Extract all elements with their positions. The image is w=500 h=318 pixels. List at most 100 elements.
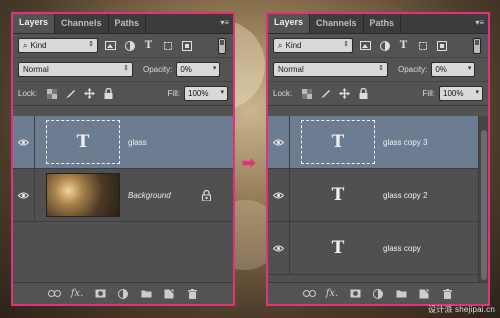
layer-style-fx-icon[interactable]: fx. (325, 287, 339, 301)
lock-move-icon[interactable] (83, 87, 96, 100)
visibility-eye-icon[interactable] (268, 222, 290, 274)
new-group-folder-icon[interactable] (139, 287, 153, 301)
trash-icon[interactable] (185, 287, 199, 301)
filter-toggle-switch[interactable] (218, 38, 226, 54)
tab-channels[interactable]: Channels (55, 14, 109, 33)
lock-all-icon[interactable] (357, 87, 370, 100)
filter-adjustment-icon[interactable] (378, 39, 391, 52)
layers-scrollbar[interactable] (478, 116, 488, 282)
opacity-field[interactable]: 0% ▾ (176, 62, 221, 77)
panel-tabs: Layers Channels Paths ▾≡ (13, 14, 233, 34)
layers-list: T glass Background (13, 116, 233, 282)
filter-kind-select[interactable]: ⌕ Kind ⇕ (273, 38, 353, 53)
chevron-updown-icon: ⇕ (123, 65, 129, 72)
layer-name[interactable]: Background (128, 191, 171, 200)
blend-row: Normal ⇕ Opacity: 0% ▾ (13, 58, 233, 82)
layer-row[interactable]: T glass copy 3 (268, 116, 478, 169)
opacity-label: Opacity: (398, 65, 428, 74)
panel-menu-icon[interactable]: ▾≡ (475, 18, 484, 27)
new-layer-icon[interactable] (162, 287, 176, 301)
layer-style-fx-icon[interactable]: fx. (70, 287, 84, 301)
filter-kind-label: Kind (30, 41, 47, 50)
fill-label: Fill: (167, 89, 180, 98)
watermark: 设计派 shejipai.cn (427, 305, 495, 314)
background-layer-thumbnail (46, 173, 120, 217)
scrollbar-thumb[interactable] (481, 130, 487, 280)
text-layer-thumbnail: T (46, 120, 120, 164)
link-layers-icon[interactable] (302, 287, 316, 301)
add-mask-icon[interactable] (348, 287, 362, 301)
lock-row: Lock: Fill: 100% ▾ (268, 82, 488, 106)
filter-smart-object-icon[interactable] (435, 39, 448, 52)
link-layers-icon[interactable] (47, 287, 61, 301)
lock-brush-icon[interactable] (64, 87, 77, 100)
search-icon: ⌕ (23, 40, 28, 50)
new-group-folder-icon[interactable] (394, 287, 408, 301)
filter-row: ⌕ Kind ⇕ T (13, 34, 233, 58)
filter-kind-label: Kind (285, 41, 302, 50)
filter-type-icon[interactable]: T (397, 39, 410, 52)
filter-kind-select[interactable]: ⌕ Kind ⇕ (18, 38, 98, 53)
new-adjustment-icon[interactable] (371, 287, 385, 301)
filter-pixel-icon[interactable] (359, 39, 372, 52)
add-mask-icon[interactable] (93, 287, 107, 301)
panel-menu-icon[interactable]: ▾≡ (220, 18, 229, 27)
tab-layers[interactable]: Layers (13, 14, 56, 33)
visibility-eye-icon[interactable] (13, 169, 35, 221)
filter-adjustment-icon[interactable] (123, 39, 136, 52)
search-icon: ⌕ (278, 40, 283, 50)
filter-row: ⌕ Kind ⇕ T (268, 34, 488, 58)
layer-row[interactable]: Background (13, 169, 233, 222)
filter-toggle-switch[interactable] (473, 38, 481, 54)
layer-name[interactable]: glass (128, 138, 147, 147)
arrow-right-icon: ➡ (242, 155, 256, 172)
blend-mode-select[interactable]: Normal ⇕ (18, 62, 133, 77)
new-layer-icon[interactable] (417, 287, 431, 301)
layers-list: T glass copy 3 T glass copy 2 T glass co… (268, 116, 478, 282)
tab-paths[interactable]: Paths (109, 14, 147, 33)
layer-row[interactable]: T glass (13, 116, 233, 169)
layer-name[interactable]: glass copy 3 (383, 138, 427, 147)
visibility-eye-icon[interactable] (268, 169, 290, 221)
trash-icon[interactable] (440, 287, 454, 301)
new-adjustment-icon[interactable] (116, 287, 130, 301)
layer-row[interactable]: T glass copy 2 (268, 169, 478, 222)
layer-row[interactable]: T glass copy (268, 222, 478, 275)
panel-bottom-toolbar: fx. (268, 282, 488, 304)
fill-field[interactable]: 100% ▾ (184, 86, 228, 101)
layer-name[interactable]: glass copy 2 (383, 191, 427, 200)
lock-label: Lock: (18, 89, 38, 98)
blend-row: Normal ⇕ Opacity: 0% ▾ (268, 58, 488, 82)
visibility-eye-icon[interactable] (13, 116, 35, 168)
tab-paths[interactable]: Paths (364, 14, 402, 33)
lock-icon[interactable] (202, 188, 211, 206)
filter-type-icon[interactable]: T (142, 39, 155, 52)
chevron-updown-icon: ⇕ (88, 41, 94, 48)
opacity-field[interactable]: 0% ▾ (431, 62, 476, 77)
layers-panel-after: Layers Channels Paths ▾≡ ⌕ Kind ⇕ T Norm… (266, 12, 490, 306)
lock-transparent-icon[interactable] (45, 87, 58, 100)
visibility-eye-icon[interactable] (268, 116, 290, 168)
layer-name[interactable]: glass copy (383, 244, 421, 253)
filter-shape-icon[interactable] (416, 39, 429, 52)
filter-pixel-icon[interactable] (104, 39, 117, 52)
text-layer-thumbnail: T (331, 238, 345, 258)
lock-brush-icon[interactable] (319, 87, 332, 100)
filter-smart-object-icon[interactable] (180, 39, 193, 52)
tab-channels[interactable]: Channels (310, 14, 364, 33)
lock-transparent-icon[interactable] (300, 87, 313, 100)
opacity-label: Opacity: (143, 65, 173, 74)
lock-row: Lock: Fill: 100% ▾ (13, 82, 233, 106)
chevron-down-icon: ▾ (467, 65, 472, 72)
chevron-down-icon: ▾ (220, 89, 224, 96)
blend-mode-select[interactable]: Normal ⇕ (273, 62, 388, 77)
text-layer-thumbnail: T (301, 120, 375, 164)
lock-move-icon[interactable] (338, 87, 351, 100)
lock-all-icon[interactable] (102, 87, 115, 100)
lock-label: Lock: (273, 89, 293, 98)
tab-layers[interactable]: Layers (268, 14, 311, 33)
filter-shape-icon[interactable] (161, 39, 174, 52)
opacity-value: 0% (435, 65, 447, 74)
fill-field[interactable]: 100% ▾ (439, 86, 483, 101)
panel-bottom-toolbar: fx. (13, 282, 233, 304)
